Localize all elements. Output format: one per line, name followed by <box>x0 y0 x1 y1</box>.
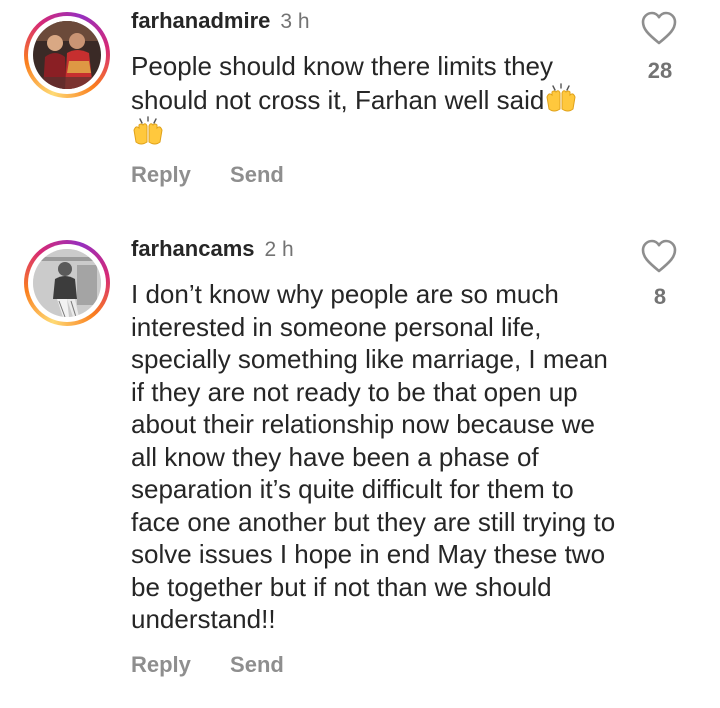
comment-time: 2 h <box>264 238 294 261</box>
avatar-photo <box>33 21 101 89</box>
avatar-story-ring[interactable] <box>24 12 110 98</box>
heart-icon[interactable] <box>640 10 678 46</box>
avatar[interactable] <box>33 21 101 89</box>
avatar-photo <box>33 249 101 317</box>
comment-text: People should know there limits they sho… <box>131 50 621 150</box>
username-text[interactable]: farhanadmire <box>131 8 270 33</box>
comment-text-body: People should know there limits they sho… <box>131 51 554 115</box>
comment-text: I don’t know why people are so much inte… <box>131 279 616 634</box>
comment-actions: Reply Send <box>131 162 284 188</box>
comment-actions: Reply Send <box>131 652 284 678</box>
like-count: 28 <box>647 58 673 83</box>
like-count: 8 <box>653 284 667 309</box>
send-button[interactable]: Send <box>230 162 284 188</box>
heart-icon[interactable] <box>640 238 678 274</box>
raising-hands-emoji-icon <box>544 82 578 113</box>
reply-button[interactable]: Reply <box>131 162 191 188</box>
comment-username[interactable]: farhancams 2 h <box>131 236 294 262</box>
avatar[interactable] <box>33 249 101 317</box>
avatar-story-ring[interactable] <box>24 240 110 326</box>
comment-time: 3 h <box>280 10 310 33</box>
raising-hands-emoji-icon <box>131 116 165 146</box>
comment-username[interactable]: farhanadmire 3 h <box>131 8 310 34</box>
send-button[interactable]: Send <box>230 652 284 678</box>
username-text[interactable]: farhancams <box>131 236 255 261</box>
reply-button[interactable]: Reply <box>131 652 191 678</box>
